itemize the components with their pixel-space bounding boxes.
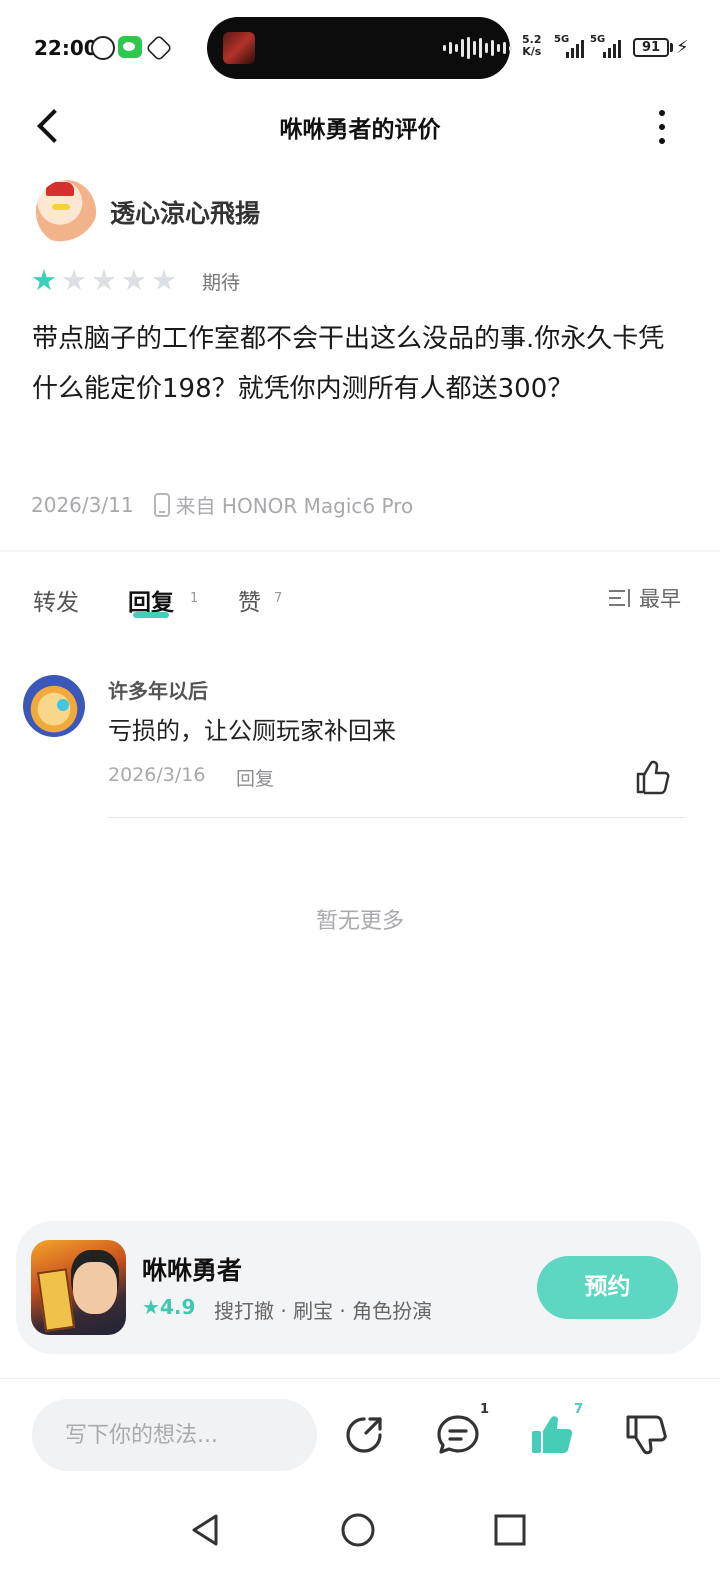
page-title: 咻咻勇者的评价: [279, 117, 441, 143]
sort-icon: [609, 587, 633, 609]
more-options-button[interactable]: [650, 110, 674, 144]
interaction-tabs: 转发 回复 1 赞 7 最早: [0, 575, 720, 625]
tab-like-count: 7: [274, 591, 283, 606]
section-divider: [0, 550, 720, 552]
game-rating: ★4.9: [142, 1295, 195, 1319]
game-card[interactable]: 咻咻勇者 ★4.9 搜打撤 · 刷宝 · 角色扮演 预约: [16, 1221, 701, 1354]
signal-icon-1: [566, 36, 584, 58]
review-date: 2026/3/11: [31, 492, 134, 517]
wechat-icon: [118, 36, 142, 58]
more-dot: [659, 110, 665, 116]
net-speed-unit: K/s: [522, 45, 542, 58]
game-name: 咻咻勇者: [142, 1256, 243, 1285]
tab-like[interactable]: 赞: [238, 583, 261, 617]
review-device: 来自 HONOR Magic6 Pro: [175, 494, 414, 518]
signal-icon-2: [603, 36, 621, 58]
like-count: 7: [574, 1402, 584, 1417]
tab-reply-count: 1: [190, 591, 199, 606]
no-more-label: 暂无更多: [315, 909, 404, 934]
charging-icon: ⚡: [676, 37, 689, 58]
star-icon: ★: [142, 1295, 160, 1319]
top-nav-bar: 咻咻勇者的评价: [0, 92, 720, 162]
alarm-icon: [91, 36, 115, 60]
thumbs-up-icon[interactable]: [632, 757, 672, 797]
game-tags: 搜打撤 · 刷宝 · 角色扮演: [214, 1299, 433, 1323]
comment-username[interactable]: 许多年以后: [108, 675, 208, 704]
dynamic-island[interactable]: [207, 17, 512, 79]
review-meta: 2026/3/11 来自 HONOR Magic6 Pro: [31, 490, 413, 519]
comment-avatar[interactable]: [23, 675, 85, 737]
comment-icon[interactable]: [434, 1411, 482, 1459]
hand-icon: [145, 34, 173, 62]
comment-count: 1: [480, 1402, 490, 1417]
author-name[interactable]: 透心涼心飛揚: [110, 194, 260, 230]
battery-tip: [670, 43, 673, 52]
battery-icon: 91: [633, 38, 669, 57]
net-speed: 5.2 K/s: [522, 34, 542, 58]
sort-button[interactable]: 最早: [609, 583, 681, 613]
star-icon: ★: [151, 263, 177, 297]
comment-divider: [108, 817, 686, 818]
rating-stars: ★ ★ ★ ★ ★: [31, 264, 177, 296]
reserve-button[interactable]: 预约: [537, 1256, 678, 1319]
nav-back-icon[interactable]: [186, 1510, 226, 1550]
star-icon: ★: [91, 263, 117, 297]
rating-label: 期待: [202, 272, 241, 294]
comment-date: 2026/3/16: [108, 764, 206, 786]
game-rating-value: 4.9: [159, 1295, 196, 1319]
audio-wave-icon: [443, 37, 512, 59]
thumbs-up-filled-icon[interactable]: [528, 1411, 576, 1459]
phone-icon: [153, 492, 170, 517]
sort-label: 最早: [639, 587, 681, 611]
comment-text: 亏损的，让公厕玩家补回来: [108, 717, 396, 745]
status-bar: 22:00 5.2 K/s 5G 5G 91 ⚡: [0, 0, 720, 92]
bottom-bar-divider: [0, 1378, 720, 1379]
more-dot: [659, 124, 665, 130]
review-text: 带点脑子的工作室都不会干出这么没品的事.你永久卡凭什么能定价198？就凭你内测所…: [32, 324, 665, 404]
nav-recents-icon[interactable]: [490, 1510, 530, 1550]
comment-input[interactable]: [32, 1399, 317, 1471]
more-dot: [659, 138, 665, 144]
share-icon[interactable]: [340, 1411, 388, 1459]
tab-active-indicator: [133, 612, 169, 618]
star-icon: ★: [31, 263, 57, 297]
comment-reply-button[interactable]: 回复: [236, 764, 274, 791]
status-time: 22:00: [34, 36, 98, 60]
star-icon: ★: [121, 263, 147, 297]
nav-home-icon[interactable]: [338, 1510, 378, 1550]
music-cover-icon: [223, 32, 255, 64]
author-avatar[interactable]: [36, 180, 96, 244]
thumbs-down-icon[interactable]: [622, 1411, 670, 1459]
game-icon[interactable]: [31, 1240, 126, 1335]
tab-forward[interactable]: 转发: [33, 583, 79, 617]
star-icon: ★: [61, 263, 87, 297]
